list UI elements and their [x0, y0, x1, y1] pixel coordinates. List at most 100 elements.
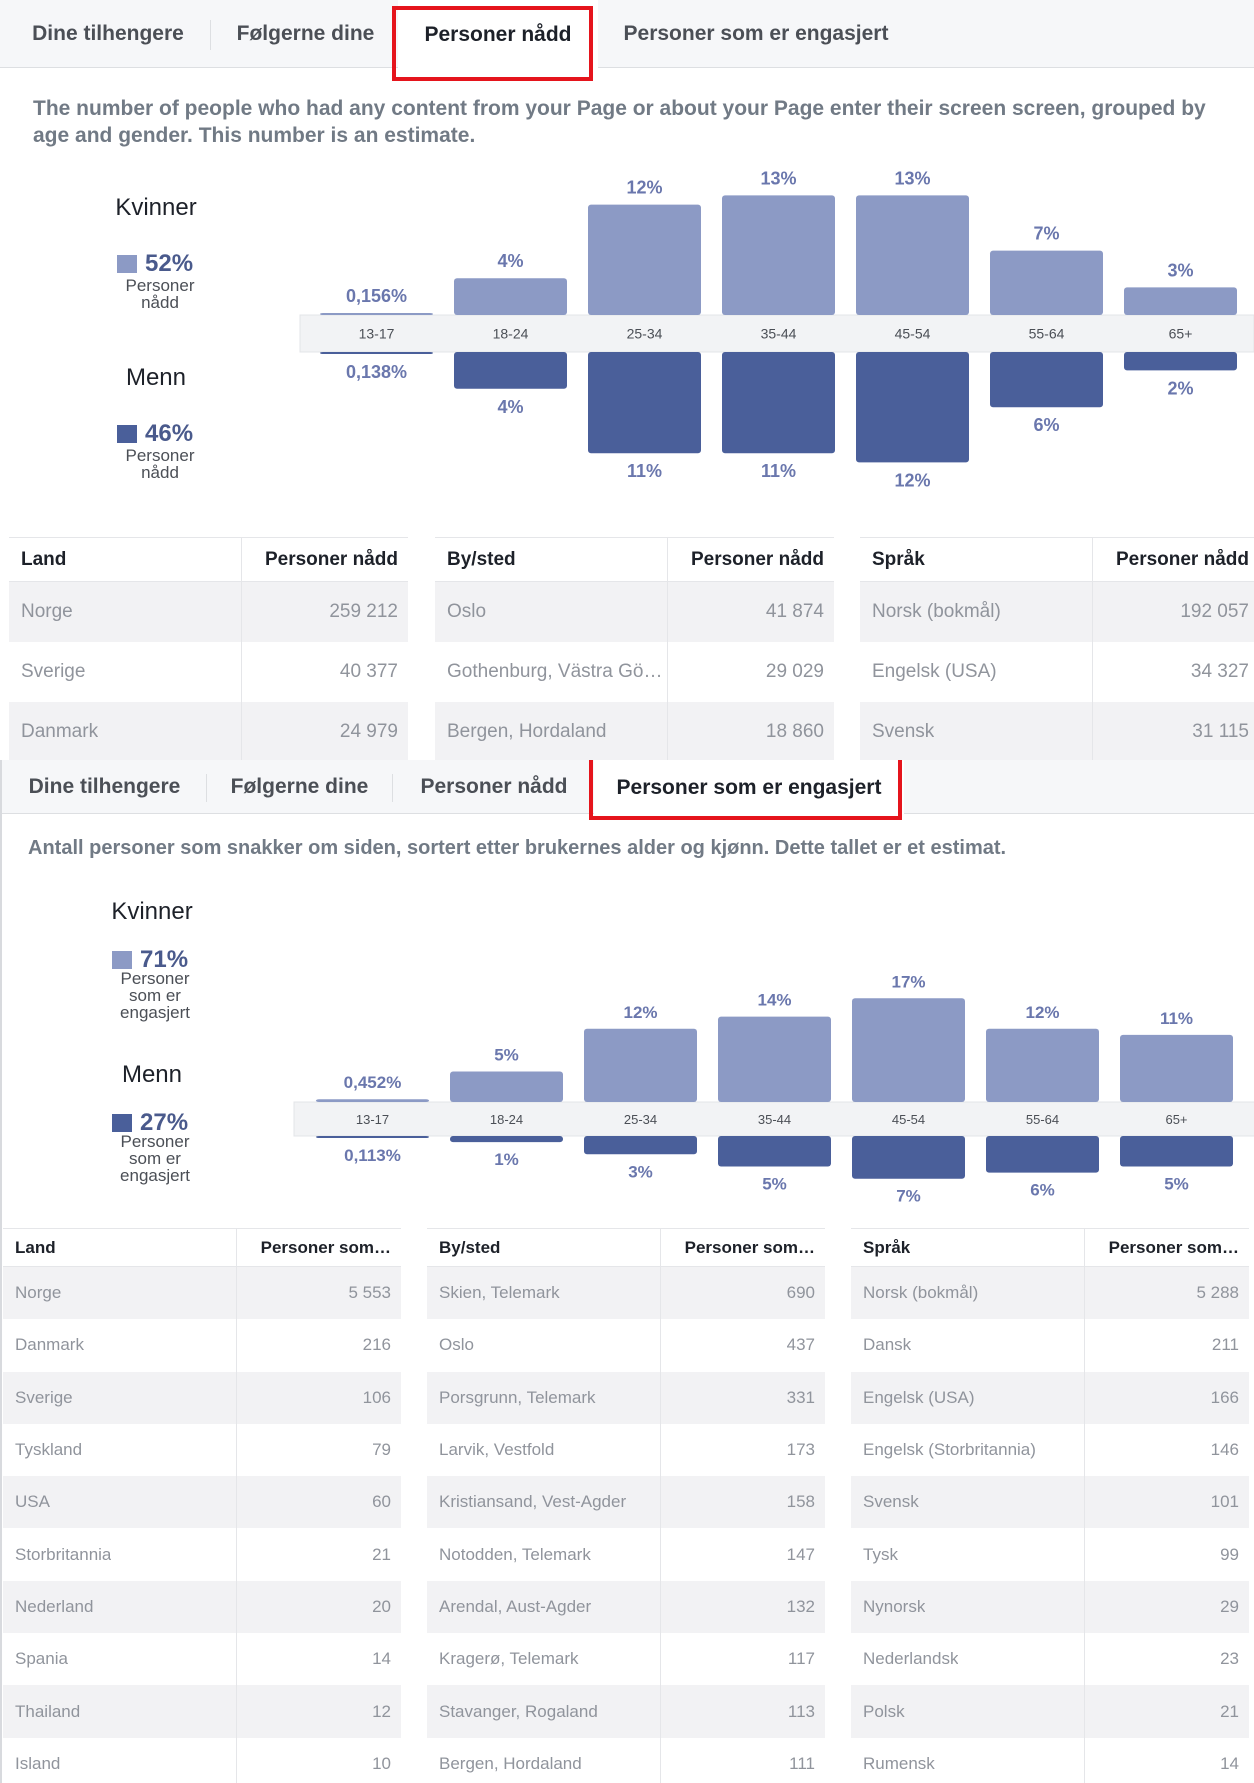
legend-men-swatch	[112, 1114, 132, 1132]
tab-folgerne-dine[interactable]: Følgerne dine	[213, 0, 398, 67]
bar-women-45-54	[852, 998, 965, 1102]
column-header-count[interactable]: Personer nådd	[241, 538, 408, 581]
cell-name: Tyskland	[3, 1424, 236, 1476]
cell-count: 111	[660, 1737, 825, 1783]
reached-tables: Land Personer nådd Norge 259 212 Sverige 40 3…	[0, 537, 1254, 760]
cell-count: 5 288	[1084, 1267, 1249, 1320]
cell-count: 14	[236, 1633, 401, 1686]
bar-men-13-17	[320, 352, 433, 354]
bar-women-25-34	[584, 1028, 697, 1102]
column-header-count-text: Personer som…	[684, 1237, 815, 1257]
cell-name-text: Kragerø, Telemark	[439, 1649, 579, 1669]
column-header-name[interactable]: Land	[9, 538, 241, 581]
cell-name: Dansk	[851, 1319, 1084, 1371]
column-header-name[interactable]: Språk	[851, 1229, 1084, 1266]
cell-count-text: 147	[786, 1544, 815, 1564]
tick-label-13-17: 13-17	[356, 1112, 389, 1127]
cell-name: Arendal, Aust-Agder	[427, 1581, 660, 1633]
cell-count-text: 111	[789, 1753, 815, 1773]
cell-count-text: 20	[372, 1596, 391, 1616]
cell-count-text: 24 979	[339, 721, 398, 742]
cell-name: Norge	[3, 1267, 236, 1319]
bar-women-18-24	[454, 278, 567, 315]
tab-bar: Dine tilhengere Følgerne dine Personer n…	[2, 760, 1254, 820]
cell-name: Spania	[3, 1633, 236, 1685]
tick-label-55-64: 55-64	[1029, 326, 1065, 342]
cell-name: Engelsk (USA)	[851, 1372, 1084, 1424]
cell-name: Oslo	[427, 1319, 660, 1371]
legend-women-title: Kvinner	[111, 898, 193, 925]
table-row: Storbritannia 21	[3, 1528, 401, 1581]
cell-name-text: Storbritannia	[15, 1544, 112, 1564]
column-header-name[interactable]: Land	[3, 1229, 236, 1266]
cell-name-text: Arendal, Aust-Agder	[439, 1596, 592, 1616]
cell-count: 147	[660, 1528, 825, 1581]
column-header-count[interactable]: Personer som…	[660, 1229, 825, 1266]
cell-count: 18 860	[667, 702, 834, 760]
cell-name: USA	[3, 1476, 236, 1528]
cell-count: 117	[660, 1633, 825, 1686]
cell-count: 690	[660, 1267, 825, 1320]
country-table: Land Personer nådd Norge 259 212 Sverige 40 3…	[9, 537, 408, 760]
tab-personer-engasjert[interactable]: Personer som er engasjert	[600, 0, 912, 67]
table-row: Rumensk 14	[851, 1737, 1249, 1783]
column-header-name[interactable]: By/sted	[435, 538, 667, 581]
cell-count: 23	[1084, 1633, 1249, 1686]
tab-folgerne-dine[interactable]: Følgerne dine	[207, 760, 392, 813]
table-header: Språk Personer som…	[851, 1229, 1249, 1267]
label-men-25-34: 3%	[628, 1162, 653, 1181]
cell-name-text: Nynorsk	[863, 1596, 926, 1616]
column-header-name[interactable]: Språk	[860, 538, 1092, 581]
table-row: Gothenburg, Västra Gö… 29 029	[435, 642, 834, 702]
table-header: Land Personer nådd	[9, 538, 408, 582]
cell-count: 34 327	[1092, 642, 1254, 702]
tab-dine-tilhengere[interactable]: Dine tilhengere	[2, 760, 207, 813]
chart-svg: 0,156% 13-17 0,138% 4% 18-24 4% 12% 25-34 11% 13%…	[299, 168, 1254, 490]
bar-women-18-24	[450, 1071, 563, 1102]
cell-count: 259 212	[241, 582, 408, 642]
cell-count-text: 31 115	[1192, 721, 1249, 742]
cell-name-text: Kristiansand, Vest-Agder	[439, 1492, 627, 1512]
legend-women-sub: Personer nådd	[125, 276, 195, 312]
column-header-count[interactable]: Personer som…	[236, 1229, 401, 1266]
cell-count: 41 874	[667, 582, 834, 642]
cell-name-text: Gothenburg, Västra Gö…	[447, 661, 663, 682]
cell-name: Nynorsk	[851, 1581, 1084, 1633]
cell-count-text: 192 057	[1180, 601, 1249, 622]
cell-name-text: Nederlandsk	[863, 1649, 959, 1669]
bar-women-55-64	[990, 250, 1103, 315]
cell-name-text: Danmark	[21, 721, 99, 742]
legend-men-sub: Personer som er engasjert	[120, 1132, 190, 1185]
cell-count-text: 211	[1211, 1335, 1239, 1355]
legend-men-title: Menn	[121, 1061, 183, 1088]
reached-panel: Dine tilhengere Følgerne dine Personer n…	[0, 0, 1254, 760]
cell-count-text: 18 860	[765, 721, 824, 742]
table-row: Skien, Telemark 690	[427, 1267, 825, 1320]
label-men-65+: 2%	[1167, 378, 1193, 398]
highlight-box	[392, 6, 593, 81]
bar-men-18-24	[450, 1136, 563, 1143]
cell-count-text: 158	[786, 1492, 815, 1512]
cell-count-text: 21	[372, 1544, 391, 1564]
cell-name: Thailand	[3, 1685, 236, 1737]
tick-label-18-24: 18-24	[493, 326, 529, 342]
column-header-count[interactable]: Personer nådd	[667, 538, 834, 581]
cell-name: Engelsk (USA)	[860, 642, 1092, 702]
column-header-name-text: Land	[15, 1237, 56, 1257]
column-header-count[interactable]: Personer nådd	[1092, 538, 1254, 581]
column-header-count-text: Personer nådd	[264, 548, 398, 570]
column-header-count[interactable]: Personer som…	[1084, 1229, 1249, 1266]
table-row: Spania 14	[3, 1633, 401, 1686]
column-header-name[interactable]: By/sted	[427, 1229, 660, 1266]
table-row: Norsk (bokmål) 192 057	[860, 582, 1254, 642]
label-men-45-54: 12%	[894, 470, 930, 490]
legend-women-pct: 52%	[145, 250, 194, 277]
legend-men-pct: 46%	[145, 420, 194, 447]
label-women-55-64: 12%	[1025, 1003, 1059, 1022]
label-women-35-44: 14%	[757, 991, 791, 1010]
cell-count: 24 979	[241, 702, 408, 760]
tab-dine-tilhengere[interactable]: Dine tilhengere	[8, 0, 208, 67]
tab-personer-nadd[interactable]: Personer nådd	[394, 760, 594, 813]
cell-count: 146	[1084, 1423, 1249, 1477]
cell-name: Danmark	[9, 702, 241, 760]
